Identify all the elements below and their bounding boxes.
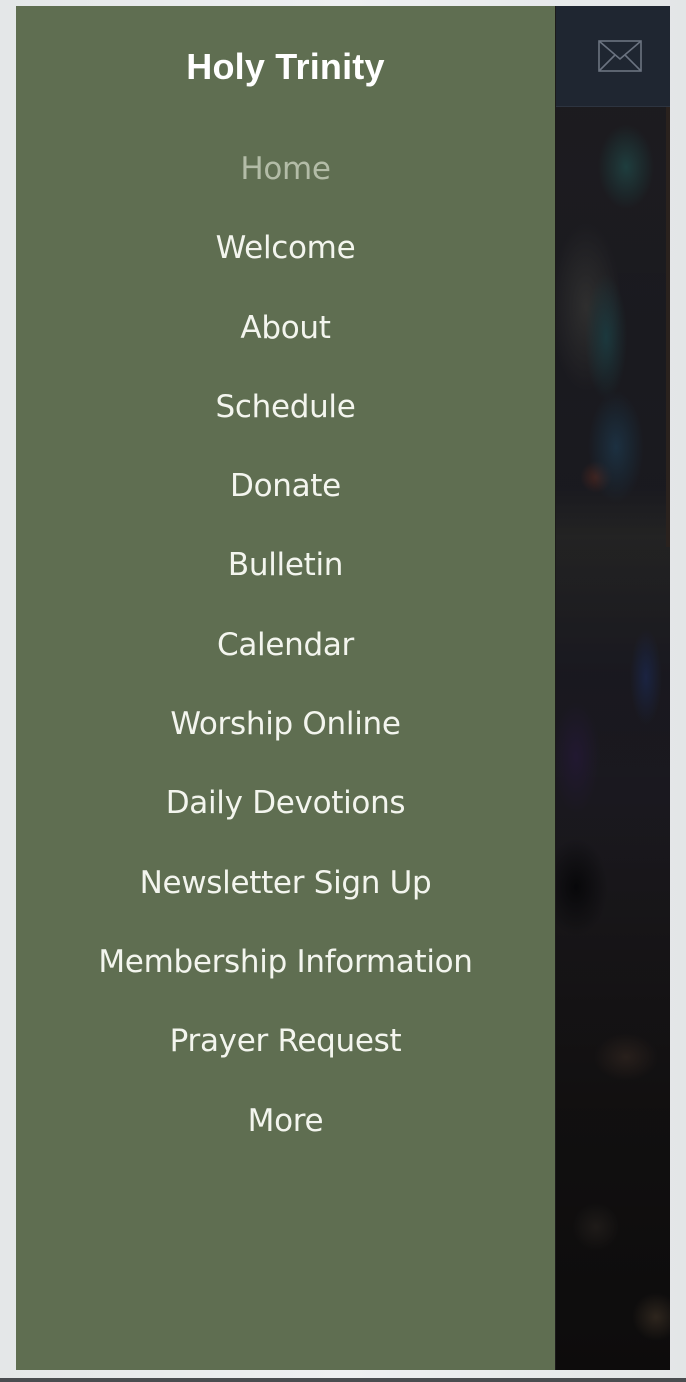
nav-item-schedule[interactable]: Schedule [16,386,555,465]
site-title[interactable]: Holy Trinity [16,46,555,88]
nav-item-label[interactable]: Newsletter Sign Up [140,865,432,901]
nav-item-welcome[interactable]: Welcome [16,227,555,306]
nav-item-label[interactable]: Welcome [216,230,356,266]
mail-button[interactable] [598,40,642,72]
nav-item-label[interactable]: Prayer Request [170,1023,402,1059]
nav-item-daily-devotions[interactable]: Daily Devotions [16,782,555,861]
nav-item-more[interactable]: More [16,1100,555,1179]
window-frame-detail [666,107,670,547]
nav-item-label[interactable]: Schedule [215,389,355,425]
nav-item-label[interactable]: About [240,310,330,346]
navigation-drawer: Holy Trinity Home Welcome About Schedule… [16,6,555,1370]
nav-item-label[interactable]: Membership Information [98,944,473,980]
nav-item-newsletter-sign-up[interactable]: Newsletter Sign Up [16,862,555,941]
nav-item-donate[interactable]: Donate [16,465,555,544]
mobile-viewport: Holy Trinity Home Welcome About Schedule… [16,6,670,1370]
nav-item-label[interactable]: Worship Online [170,706,401,742]
nav-item-membership-information[interactable]: Membership Information [16,941,555,1020]
nav-item-calendar[interactable]: Calendar [16,624,555,703]
nav-item-bulletin[interactable]: Bulletin [16,544,555,623]
nav-item-home[interactable]: Home [16,148,555,227]
nav-item-label[interactable]: Daily Devotions [166,785,406,821]
nav-item-label[interactable]: Home [240,151,331,187]
nav-item-prayer-request[interactable]: Prayer Request [16,1020,555,1099]
nav-item-label[interactable]: Donate [230,468,341,504]
nav-menu: Home Welcome About Schedule Donate Bulle… [16,148,555,1179]
hero-image-church-interior [556,107,670,1370]
envelope-icon [598,40,642,72]
nav-item-label[interactable]: Calendar [217,627,354,663]
nav-item-worship-online[interactable]: Worship Online [16,703,555,782]
nav-item-label[interactable]: More [248,1103,324,1139]
nav-item-label[interactable]: Bulletin [228,547,344,583]
device-bottom-edge [0,1378,686,1382]
nav-item-about[interactable]: About [16,307,555,386]
